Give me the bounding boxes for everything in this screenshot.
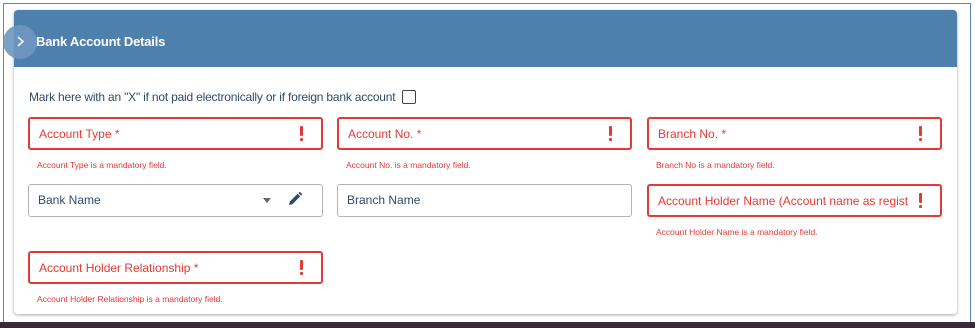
- chevron-right-icon: [17, 36, 24, 47]
- branch-name-field[interactable]: Branch Name: [337, 184, 632, 217]
- account-holder-relationship-field[interactable]: Account Holder Relationship *: [28, 251, 323, 284]
- account-no-field[interactable]: Account No. *: [337, 117, 632, 150]
- bank-name-label: Bank Name: [38, 193, 101, 207]
- foreign-account-label: Mark here with an "X" if not paid electr…: [29, 90, 396, 104]
- account-type-label: Account Type *: [39, 127, 120, 141]
- account-no-label: Account No. *: [348, 127, 422, 141]
- account-holder-name-label: Account Holder Name (Account name as reg…: [658, 194, 908, 208]
- bank-account-card: Bank Account Details Mark here with an "…: [3, 10, 957, 314]
- bottom-bar: [0, 322, 975, 328]
- exclamation-icon: [919, 193, 923, 208]
- exclamation-icon: [609, 126, 613, 141]
- branch-no-label: Branch No. *: [658, 127, 727, 141]
- foreign-account-checkbox[interactable]: [402, 90, 417, 104]
- caret-down-icon[interactable]: [263, 198, 271, 203]
- expand-toggle-button[interactable]: [3, 25, 37, 59]
- account-holder-name-field[interactable]: Account Holder Name (Account name as reg…: [647, 184, 942, 217]
- exclamation-icon: [919, 126, 923, 141]
- account-holder-relationship-label: Account Holder Relationship *: [39, 261, 199, 275]
- account-holder-name-error: Account Holder Name is a mandatory field…: [656, 227, 818, 237]
- account-type-field[interactable]: Account Type *: [28, 117, 323, 150]
- account-holder-relationship-error: Account Holder Relationship is a mandato…: [37, 294, 223, 304]
- branch-no-error: Branch No is a mandatory field.: [656, 160, 775, 170]
- exclamation-icon: [300, 260, 304, 275]
- foreign-account-row: Mark here with an "X" if not paid electr…: [29, 88, 417, 106]
- section-title: Bank Account Details: [36, 34, 166, 49]
- branch-no-field[interactable]: Branch No. *: [647, 117, 942, 150]
- pencil-icon[interactable]: [287, 191, 303, 207]
- account-type-error: Account Type is a mandatory field.: [37, 160, 167, 170]
- section-header[interactable]: Bank Account Details: [14, 10, 957, 67]
- account-no-error: Account No. is a mandatory field.: [346, 160, 471, 170]
- exclamation-icon: [300, 126, 304, 141]
- branch-name-label: Branch Name: [347, 193, 421, 207]
- bank-name-select[interactable]: Bank Name: [28, 184, 323, 217]
